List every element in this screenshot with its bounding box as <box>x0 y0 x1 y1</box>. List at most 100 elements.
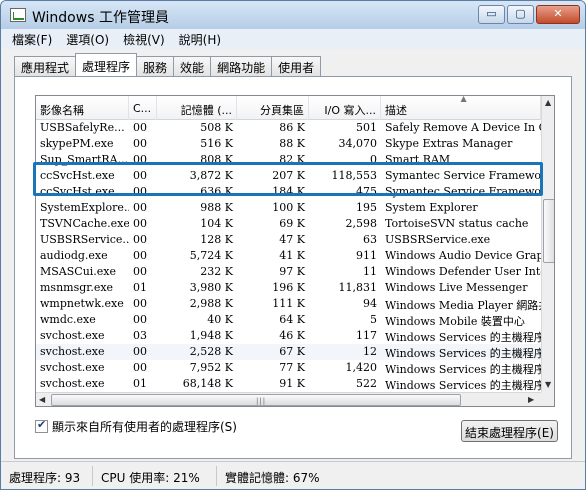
cell-description: Windows Defender User Interface <box>385 265 541 278</box>
cell-paged-pool: 100 K <box>272 201 305 214</box>
show-all-users-label: 顯示來自所有使用者的處理程序(S) <box>52 420 237 434</box>
end-process-button[interactable]: 結束處理程序(E) <box>461 420 558 442</box>
table-row[interactable]: SystemExplore... 00 988 K 100 K 195 System Ex… <box>36 200 541 216</box>
tab-performance[interactable]: 效能 <box>173 56 212 76</box>
column-io-writes[interactable]: I/O 寫入... <box>309 96 381 120</box>
scroll-left-icon[interactable]: ◀ <box>39 395 45 404</box>
column-memory[interactable]: 記憶體 (... <box>157 96 237 120</box>
window-title: Windows 工作管理員 <box>32 10 169 26</box>
tab-processes[interactable]: 處理程序 <box>75 53 138 76</box>
cell-image-name: svchost.exe <box>40 345 105 358</box>
minimize-button[interactable]: ▭ <box>478 5 505 24</box>
cell-io-writes: 11,831 <box>338 281 378 294</box>
cell-io-writes: 501 <box>356 121 377 134</box>
cell-cpu: 00 <box>133 217 147 230</box>
close-button[interactable]: ✕ <box>536 5 580 24</box>
cell-image-name: svchost.exe <box>40 329 105 342</box>
task-manager-window: Windows 工作管理員 ▭ ▢ ✕ 檔案(F) 選項(O) 檢視(V) 說明… <box>0 0 586 490</box>
table-row[interactable]: svchost.exe 00 7,952 K 77 K 1,420 Windows Ser… <box>36 360 541 376</box>
status-bar: 處理程序: 93 CPU 使用率: 21% 實體記憶體: 67% <box>1 461 585 489</box>
table-row[interactable]: TSVNCache.exe 00 104 K 69 K 2,598 TortoiseSVN… <box>36 216 541 232</box>
table-row[interactable]: msnmsgr.exe 01 3,980 K 196 K 11,831 Windows L… <box>36 280 541 296</box>
column-image-name[interactable]: 影像名稱 <box>36 96 129 120</box>
cell-image-name: svchost.exe <box>40 377 105 390</box>
table-row[interactable]: USBSafelyRe... 00 508 K 86 K 501 Safely Remov… <box>36 120 541 136</box>
menu-file[interactable]: 檔案(F) <box>5 31 59 48</box>
cell-cpu: 00 <box>133 233 147 246</box>
cell-io-writes: 911 <box>356 249 377 262</box>
cell-paged-pool: 91 K <box>279 377 305 390</box>
table-row[interactable]: audiodg.exe 00 5,724 K 41 K 911 Windows Audio… <box>36 248 541 264</box>
cell-paged-pool: 196 K <box>272 281 305 294</box>
status-memory-usage: 實體記憶體: 67% <box>225 470 320 485</box>
table-row[interactable]: wmdc.exe 00 40 K 64 K 5 Windows Mobile 裝置中心 <box>36 312 541 328</box>
cell-memory: 1,948 K <box>189 329 233 342</box>
column-description[interactable]: 描述 ▲ <box>381 96 541 120</box>
table-row[interactable]: skypePM.exe 00 516 K 88 K 34,070 Skype Extras… <box>36 136 541 152</box>
cell-image-name: audiodg.exe <box>40 249 108 262</box>
menu-bar: 檔案(F) 選項(O) 檢視(V) 說明(H) <box>1 29 585 49</box>
cell-cpu: 00 <box>133 137 147 150</box>
processes-panel: 影像名稱 C... 記憶體 (... 分頁集區 I/O 寫入... 描述 ▲ US… <box>14 76 572 459</box>
cell-memory: 2,988 K <box>189 297 233 310</box>
menu-options[interactable]: 選項(O) <box>59 31 116 48</box>
show-all-users-checkbox[interactable] <box>35 418 48 433</box>
cell-image-name: USBSafelyRe... <box>40 121 125 134</box>
scroll-up-icon[interactable]: ▲ <box>545 98 551 107</box>
cell-io-writes: 522 <box>356 377 377 390</box>
vertical-scroll-thumb[interactable] <box>543 199 554 263</box>
maximize-button[interactable]: ▢ <box>507 5 534 24</box>
horizontal-scrollbar[interactable]: ◀ ||| ▶ <box>36 392 541 406</box>
cell-description: Windows Services 的主機程序 <box>385 379 541 392</box>
cell-paged-pool: 69 K <box>279 217 305 230</box>
tab-networking[interactable]: 網路功能 <box>210 56 273 76</box>
cell-description: Windows Services 的主機程序 <box>385 347 541 360</box>
vertical-scrollbar[interactable]: ▲ ▼ <box>541 96 554 392</box>
cell-memory: 988 K <box>200 201 233 214</box>
cell-io-writes: 63 <box>363 233 377 246</box>
cell-image-name: skypePM.exe <box>40 137 114 150</box>
cell-description: Skype Extras Manager <box>385 137 513 150</box>
table-row[interactable]: svchost.exe 00 2,528 K 67 K 12 Windows Servic… <box>36 344 541 360</box>
table-row[interactable]: MSASCui.exe 00 232 K 97 K 11 Windows Defender… <box>36 264 541 280</box>
tab-users[interactable]: 使用者 <box>271 56 322 76</box>
table-row[interactable]: USBSRService... 00 128 K 47 K 63 USBSRService… <box>36 232 541 248</box>
cell-io-writes: 11 <box>363 265 377 278</box>
process-list[interactable]: 影像名稱 C... 記憶體 (... 分頁集區 I/O 寫入... 描述 ▲ US… <box>35 95 555 407</box>
tab-applications[interactable]: 應用程式 <box>14 56 77 76</box>
cell-image-name: MSASCui.exe <box>40 265 117 278</box>
cell-paged-pool: 111 K <box>272 297 305 310</box>
tab-services[interactable]: 服務 <box>136 56 175 76</box>
cell-paged-pool: 64 K <box>279 313 305 326</box>
menu-help[interactable]: 說明(H) <box>172 31 228 48</box>
cell-memory: 68,148 K <box>182 377 233 390</box>
maximize-icon: ▢ <box>515 7 526 20</box>
client-area: 應用程式 處理程序 服務 效能 網路功能 使用者 影像名稱 C... 記憶體 (… <box>1 49 585 461</box>
grip-icon: ||| <box>256 397 267 405</box>
table-row[interactable]: wmpnetwk.exe 00 2,988 K 111 K 94 Windows Medi… <box>36 296 541 312</box>
cell-description: Windows Mobile 裝置中心 <box>385 315 525 328</box>
scroll-down-icon[interactable]: ▼ <box>545 380 551 389</box>
column-paged-pool[interactable]: 分頁集區 <box>237 96 309 120</box>
show-all-users-option[interactable]: 顯示來自所有使用者的處理程序(S) <box>35 418 237 435</box>
cell-cpu: 00 <box>133 345 147 358</box>
title-bar[interactable]: Windows 工作管理員 ▭ ▢ ✕ <box>1 1 585 29</box>
horizontal-scroll-thumb[interactable]: ||| <box>51 394 461 406</box>
cell-memory: 3,980 K <box>189 281 233 294</box>
cell-description: Windows Live Messenger <box>385 281 528 294</box>
cell-io-writes: 117 <box>356 329 377 342</box>
cell-description: Windows Audio Device Graph Isola <box>385 249 541 262</box>
cell-paged-pool: 97 K <box>279 265 305 278</box>
tab-strip: 應用程式 處理程序 服務 效能 網路功能 使用者 <box>14 53 322 76</box>
table-row[interactable]: svchost.exe 03 1,948 K 46 K 117 Windows Servi… <box>36 328 541 344</box>
cell-paged-pool: 67 K <box>279 345 305 358</box>
column-header-row: 影像名稱 C... 記憶體 (... 分頁集區 I/O 寫入... 描述 ▲ <box>36 96 541 120</box>
column-cpu[interactable]: C... <box>129 96 157 120</box>
table-row[interactable]: svchost.exe 01 68,148 K 91 K 522 Windows Serv… <box>36 376 541 392</box>
cell-paged-pool: 77 K <box>279 361 305 374</box>
scroll-right-icon[interactable]: ▶ <box>528 395 534 404</box>
scroll-corner <box>541 392 554 406</box>
status-process-count: 處理程序: 93 <box>1 465 93 486</box>
menu-view[interactable]: 檢視(V) <box>116 31 172 48</box>
cell-description: TortoiseSVN status cache <box>385 217 529 230</box>
